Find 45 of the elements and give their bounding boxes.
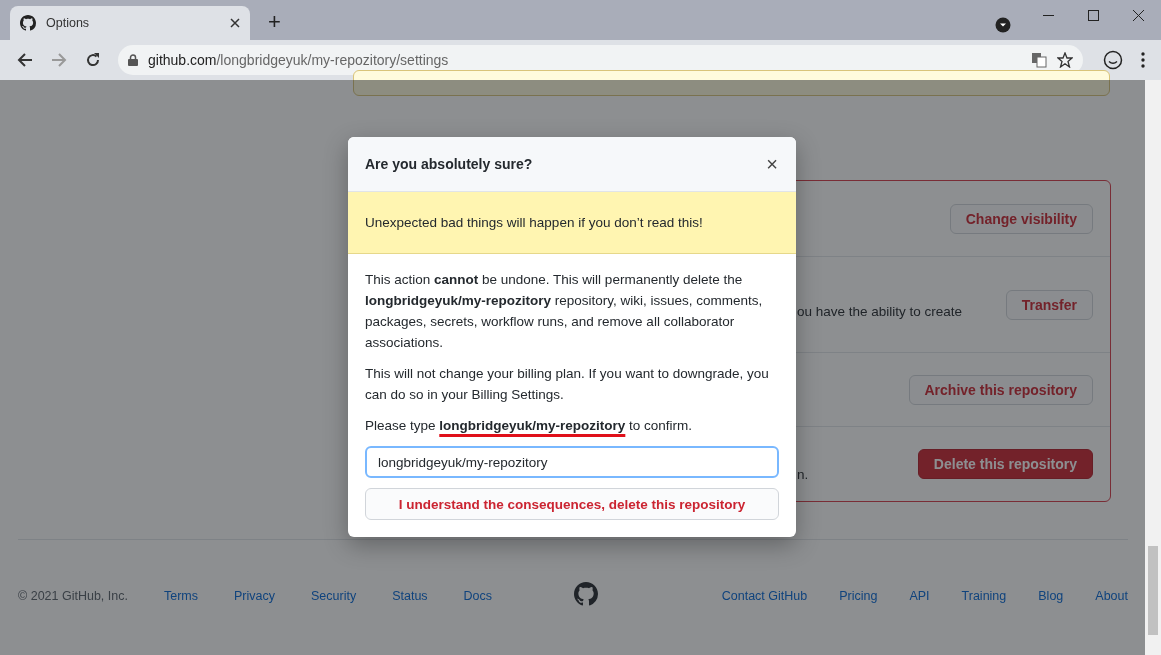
setting-description: ou have the ability to create bbox=[797, 304, 963, 319]
confirm-prompt: Please type longbridgeyuk/my-repozitory to confirm. bbox=[365, 417, 694, 435]
dialog-paragraph: This action cannot be undone. This will permanently delete the longbridgeyuk/my-repozitory repository, wiki, issues, comments, packages, secrets, workflow runs, and remove all collaborator associations. bbox=[365, 271, 764, 352]
close-icon[interactable] bbox=[1133, 9, 1144, 21]
danger-action-button[interactable]: Change visibility bbox=[949, 203, 1093, 234]
close-icon[interactable] bbox=[230, 18, 240, 28]
scrollbar[interactable] bbox=[1145, 80, 1161, 655]
url-text: github.com/longbridgeyuk/my-repozitory/settings bbox=[148, 52, 450, 68]
tab-title: Options bbox=[46, 16, 91, 30]
footer-link[interactable]: Contact GitHub bbox=[721, 588, 808, 603]
footer-link[interactable]: Blog bbox=[1038, 588, 1064, 603]
setting-description: n. bbox=[797, 466, 809, 482]
github-logo-icon bbox=[573, 582, 598, 606]
translate-icon[interactable] bbox=[1031, 52, 1047, 68]
new-tab-button[interactable]: + bbox=[264, 10, 285, 34]
reload-icon[interactable] bbox=[85, 52, 101, 68]
footer-link[interactable]: About bbox=[1095, 588, 1128, 603]
profile-icon[interactable] bbox=[1103, 50, 1123, 70]
close-button[interactable]: × bbox=[764, 154, 780, 174]
footer-link[interactable]: Training bbox=[961, 588, 1007, 603]
address-bar[interactable]: github.com/longbridgeyuk/my-repozitory/settings bbox=[118, 45, 1083, 75]
confirm-input-field[interactable]: longbridgeyuk/my-repozitory bbox=[365, 446, 779, 478]
dialog-paragraph: This will not change your billing plan. If you want to downgrade, you can do so in your Billing Settings. bbox=[365, 365, 770, 404]
confirm-delete-button[interactable]: I understand the consequences, delete this repository bbox=[365, 488, 779, 520]
copyright-text: © 2021 GitHub, Inc. bbox=[18, 588, 128, 603]
danger-action-button[interactable]: Delete this repository bbox=[917, 449, 1093, 479]
footer-link[interactable]: API bbox=[909, 588, 930, 603]
back-icon[interactable] bbox=[17, 52, 33, 68]
github-logo-icon bbox=[20, 15, 36, 31]
footer-link[interactable]: Pricing bbox=[839, 588, 878, 603]
menu-icon[interactable] bbox=[1141, 52, 1145, 68]
danger-action-button[interactable]: Archive this repository bbox=[908, 374, 1093, 405]
dialog-title: Are you absolutely sure? bbox=[365, 156, 533, 172]
warning-message: Unexpected bad things will happen if you don’t read this! bbox=[365, 215, 703, 230]
footer-link[interactable]: Status bbox=[392, 588, 428, 603]
lock-icon bbox=[128, 54, 138, 66]
star-icon[interactable] bbox=[1057, 52, 1073, 68]
footer-link[interactable]: Security bbox=[311, 588, 357, 603]
tab-search-icon[interactable] bbox=[995, 17, 1011, 33]
footer-link[interactable]: Docs bbox=[463, 588, 493, 603]
footer-link[interactable]: Terms bbox=[163, 588, 198, 603]
maximize-icon[interactable] bbox=[1088, 9, 1099, 21]
danger-action-button[interactable]: Transfer bbox=[1005, 289, 1093, 320]
footer-link[interactable]: Privacy bbox=[234, 588, 275, 603]
browser-tab[interactable]: Options bbox=[10, 6, 250, 40]
